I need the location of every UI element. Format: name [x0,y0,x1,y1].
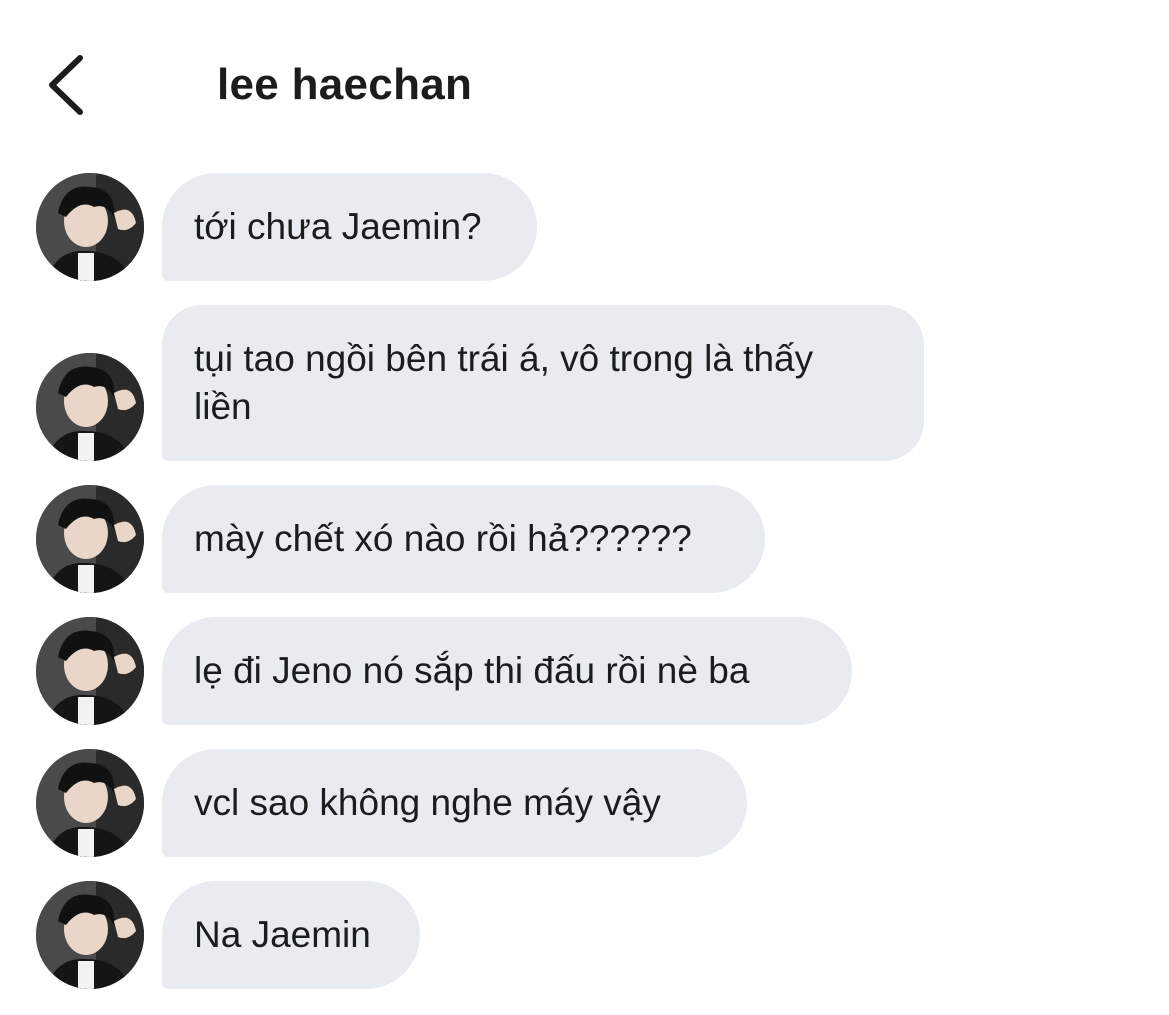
message-row: lẹ đi Jeno nó sắp thi đấu rồi nè ba [0,617,1169,725]
profile-photo [36,749,144,857]
profile-photo [36,173,144,281]
message-text: vcl sao không nghe máy vậy [194,782,661,823]
profile-photo [36,353,144,461]
avatar[interactable] [36,881,144,989]
message-bubble[interactable]: lẹ đi Jeno nó sắp thi đấu rồi nè ba [162,617,852,725]
message-text: lẹ đi Jeno nó sắp thi đấu rồi nè ba [194,650,750,691]
message-bubble[interactable]: Na Jaemin [162,881,420,989]
avatar[interactable] [36,617,144,725]
avatar[interactable] [36,353,144,461]
avatar[interactable] [36,485,144,593]
message-bubble[interactable]: tụi tao ngồi bên trái á, vô trong là thấ… [162,305,924,461]
message-bubble[interactable]: vcl sao không nghe máy vậy [162,749,747,857]
message-text: Na Jaemin [194,914,371,955]
message-text: tới chưa Jaemin? [194,206,482,247]
message-bubble[interactable]: tới chưa Jaemin? [162,173,537,281]
message-list: tới chưa Jaemin? tụi tao ngồi bên trái á… [0,0,1169,1015]
avatar[interactable] [36,173,144,281]
profile-photo [36,485,144,593]
message-row: tới chưa Jaemin? [0,173,1169,281]
message-row: vcl sao không nghe máy vậy [0,749,1169,857]
avatar[interactable] [36,749,144,857]
message-row: mày chết xó nào rồi hả?????? [0,485,1169,593]
message-bubble[interactable]: mày chết xó nào rồi hả?????? [162,485,765,593]
message-row: Na Jaemin [0,881,1169,989]
profile-photo [36,881,144,989]
message-text: mày chết xó nào rồi hả?????? [194,518,692,559]
message-text: tụi tao ngồi bên trái á, vô trong là thấ… [194,338,814,427]
message-row: tụi tao ngồi bên trái á, vô trong là thấ… [0,305,1169,461]
profile-photo [36,617,144,725]
